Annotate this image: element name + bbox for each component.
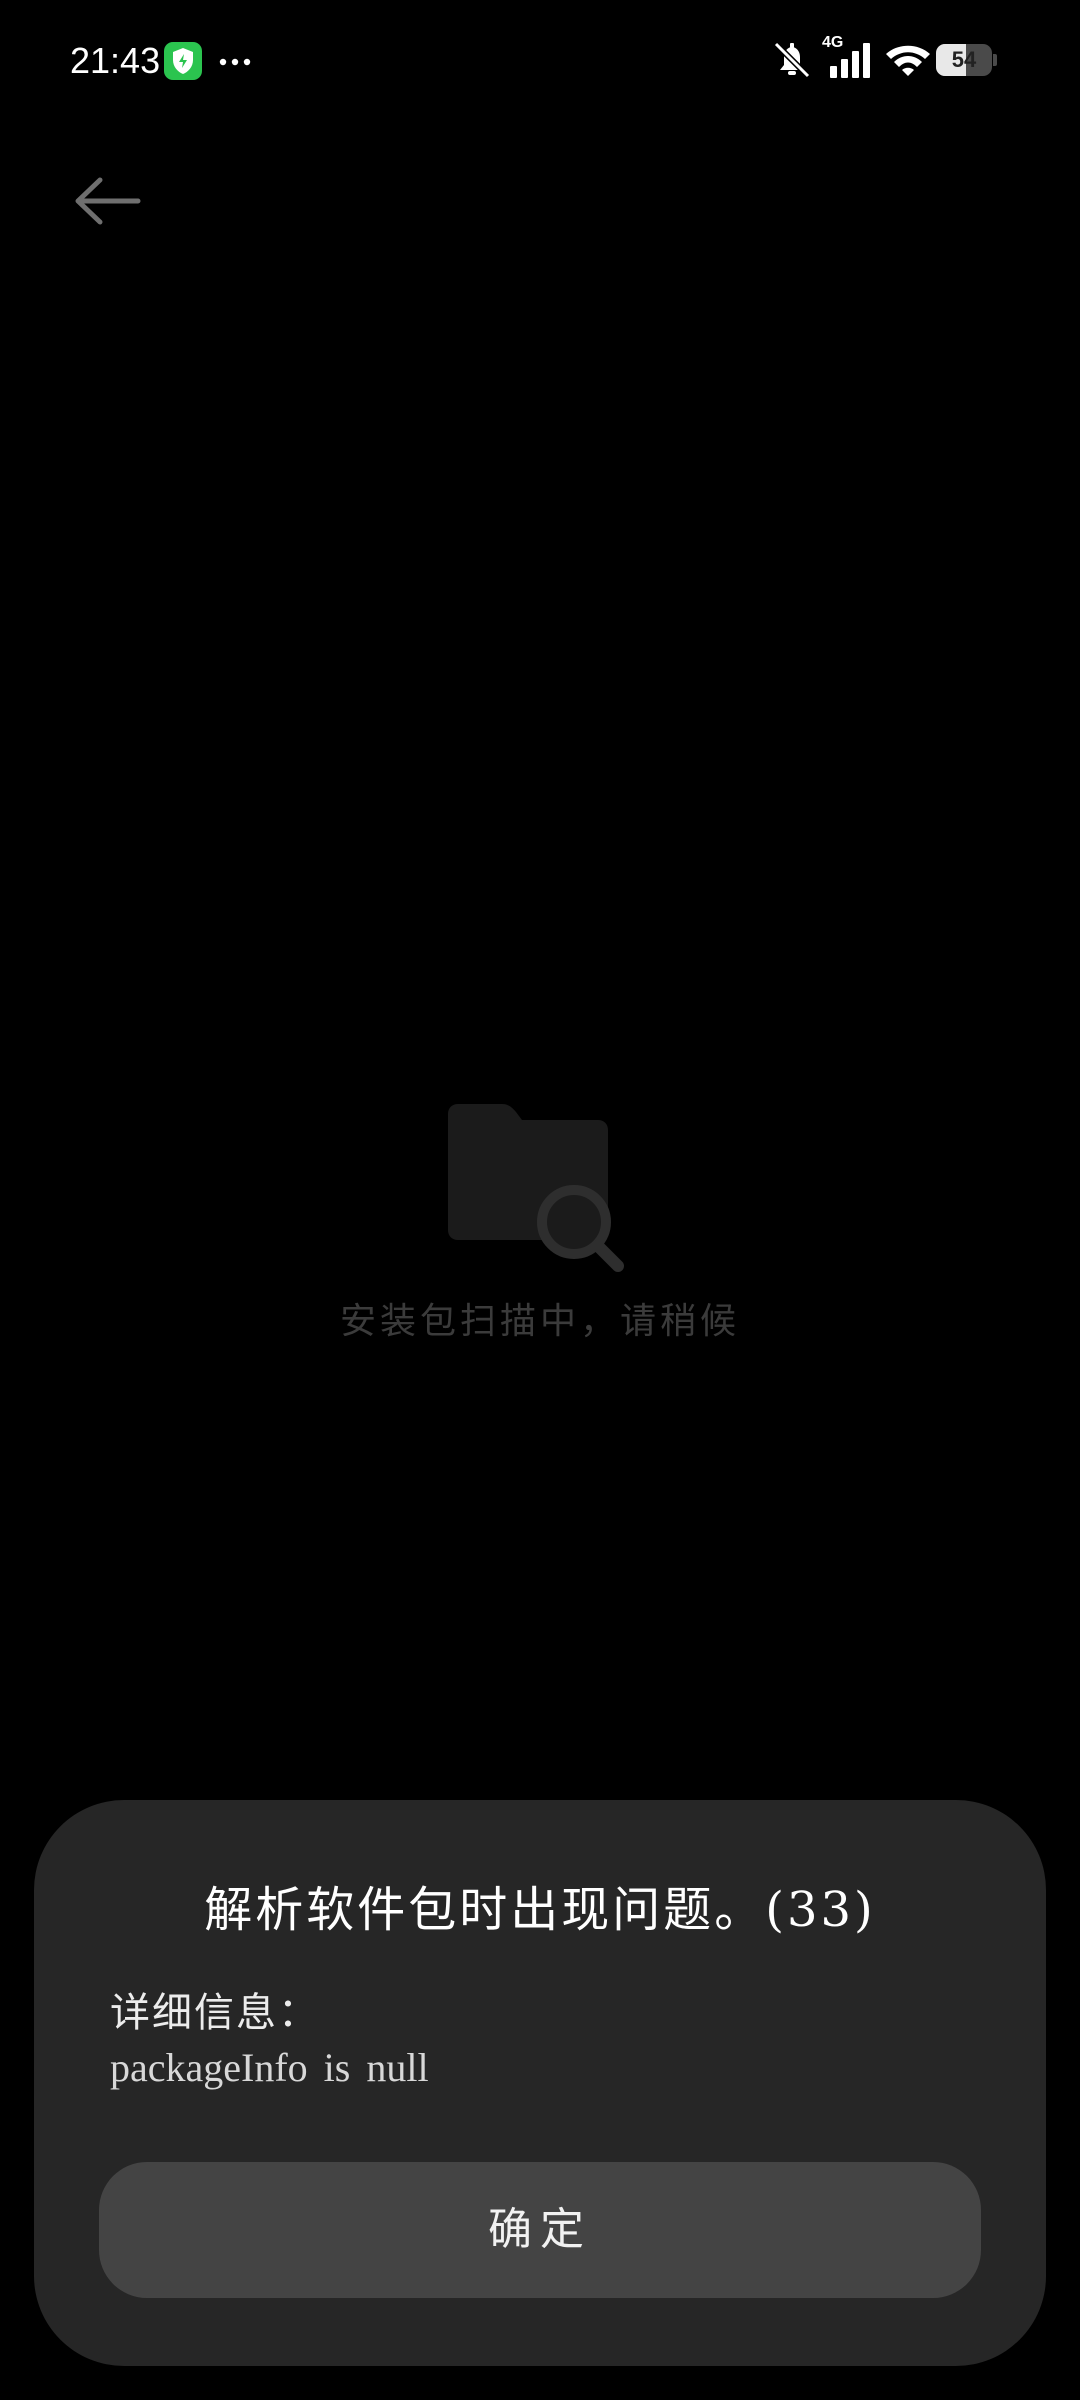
battery-icon: 54 xyxy=(936,44,998,76)
folder-search-icon xyxy=(440,1100,640,1290)
confirm-button[interactable]: 确定 xyxy=(99,2162,981,2298)
status-bar: 21:43 4G 54 xyxy=(0,0,1080,120)
shield-icon xyxy=(164,42,202,80)
signal-bars-icon xyxy=(828,42,874,82)
error-dialog: 解析软件包时出现问题。(33) 详细信息： packageInfo is nul… xyxy=(34,1800,1046,2366)
status-icons: 4G 54 xyxy=(770,34,1010,84)
bell-off-icon xyxy=(770,40,814,84)
back-button[interactable] xyxy=(60,160,150,240)
scan-status-text: 安装包扫描中，请稍候 xyxy=(339,1301,740,1342)
battery-level-text: 54 xyxy=(951,47,977,72)
status-time: 21:43 xyxy=(70,40,161,81)
more-dots-icon xyxy=(215,40,255,80)
wifi-icon xyxy=(884,42,932,82)
dialog-detail-label: 详细信息： xyxy=(110,1990,320,2036)
dialog-detail-text: packageInfo is null xyxy=(110,2045,429,2090)
dialog-title: 解析软件包时出现问题。(33) xyxy=(204,1882,876,1938)
